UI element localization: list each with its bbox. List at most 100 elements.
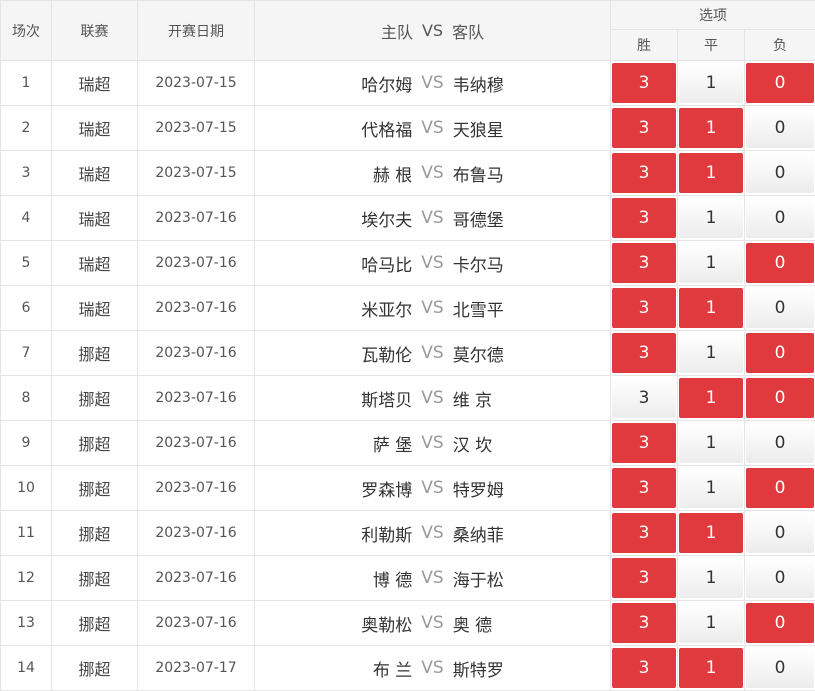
option-lose[interactable]: 0 (746, 63, 814, 103)
row-league: 瑞超 (52, 61, 138, 106)
row-match: 利勒斯 VS 桑纳菲 (255, 511, 611, 556)
option-lose[interactable]: 0 (746, 153, 814, 193)
table-row: 9 挪超 2023-07-16 萨 堡 VS 汉 坎 3 1 0 (1, 421, 815, 466)
option-lose[interactable]: 0 (746, 243, 814, 283)
option-win[interactable]: 3 (612, 648, 676, 688)
option-draw[interactable]: 1 (679, 468, 743, 508)
option-win[interactable]: 3 (612, 198, 676, 238)
table-row: 1 瑞超 2023-07-15 哈尔姆 VS 韦纳穆 3 1 0 (1, 61, 815, 106)
row-date: 2023-07-16 (138, 556, 255, 601)
row-index: 14 (1, 646, 52, 691)
row-index: 4 (1, 196, 52, 241)
row-date: 2023-07-16 (138, 466, 255, 511)
table-row: 13 挪超 2023-07-16 奥勒松 VS 奥 德 3 1 0 (1, 601, 815, 646)
row-match: 埃尔夫 VS 哥德堡 (255, 196, 611, 241)
header-home: 主队 (255, 19, 413, 43)
option-win[interactable]: 3 (612, 513, 676, 553)
away-team: 北雪平 (453, 296, 610, 321)
option-draw[interactable]: 1 (679, 288, 743, 328)
home-team: 萨 堡 (255, 431, 412, 456)
away-team: 汉 坎 (453, 431, 610, 456)
header-match: 主队 VS 客队 (255, 1, 611, 61)
home-team: 博 德 (255, 566, 412, 591)
option-win[interactable]: 3 (612, 243, 676, 283)
vs-label: VS (421, 433, 443, 453)
option-draw[interactable]: 1 (679, 333, 743, 373)
row-date: 2023-07-16 (138, 511, 255, 556)
away-team: 斯特罗 (453, 656, 610, 681)
option-lose[interactable]: 0 (746, 558, 814, 598)
home-team: 赫 根 (255, 161, 412, 186)
option-lose[interactable]: 0 (746, 108, 814, 148)
home-team: 布 兰 (255, 656, 412, 681)
option-lose[interactable]: 0 (746, 603, 814, 643)
row-date: 2023-07-16 (138, 286, 255, 331)
table-header: 场次 联赛 开赛日期 主队 VS 客队 选项 胜 平 负 (1, 1, 815, 61)
option-win[interactable]: 3 (612, 288, 676, 328)
option-draw[interactable]: 1 (679, 603, 743, 643)
row-league: 挪超 (52, 376, 138, 421)
vs-label: VS (421, 388, 443, 408)
header-win: 胜 (611, 30, 678, 61)
option-draw[interactable]: 1 (679, 648, 743, 688)
option-win[interactable]: 3 (612, 423, 676, 463)
option-draw[interactable]: 1 (679, 198, 743, 238)
option-win[interactable]: 3 (612, 468, 676, 508)
header-league: 联赛 (52, 1, 138, 61)
table-row: 3 瑞超 2023-07-15 赫 根 VS 布鲁马 3 1 0 (1, 151, 815, 196)
option-lose[interactable]: 0 (746, 648, 814, 688)
row-league: 挪超 (52, 646, 138, 691)
away-team: 布鲁马 (453, 161, 610, 186)
row-league: 挪超 (52, 331, 138, 376)
vs-label: VS (421, 208, 443, 228)
option-win[interactable]: 3 (612, 378, 676, 418)
row-date: 2023-07-16 (138, 376, 255, 421)
option-lose[interactable]: 0 (746, 468, 814, 508)
option-win[interactable]: 3 (612, 603, 676, 643)
option-lose[interactable]: 0 (746, 333, 814, 373)
option-lose[interactable]: 0 (746, 378, 814, 418)
vs-label: VS (421, 298, 443, 318)
row-league: 瑞超 (52, 241, 138, 286)
option-draw[interactable]: 1 (679, 558, 743, 598)
header-date: 开赛日期 (138, 1, 255, 61)
option-win[interactable]: 3 (612, 558, 676, 598)
away-team: 莫尔德 (453, 341, 610, 366)
row-date: 2023-07-17 (138, 646, 255, 691)
option-draw[interactable]: 1 (679, 378, 743, 418)
header-index: 场次 (1, 1, 52, 61)
option-lose[interactable]: 0 (746, 423, 814, 463)
vs-label: VS (421, 568, 443, 588)
option-win[interactable]: 3 (612, 108, 676, 148)
option-lose[interactable]: 0 (746, 288, 814, 328)
away-team: 奥 德 (453, 611, 610, 636)
option-lose[interactable]: 0 (746, 513, 814, 553)
option-draw[interactable]: 1 (679, 108, 743, 148)
option-win[interactable]: 3 (612, 333, 676, 373)
row-index: 13 (1, 601, 52, 646)
row-date: 2023-07-15 (138, 151, 255, 196)
row-index: 2 (1, 106, 52, 151)
row-match: 博 德 VS 海于松 (255, 556, 611, 601)
vs-label: VS (421, 658, 443, 678)
row-index: 6 (1, 286, 52, 331)
row-league: 瑞超 (52, 106, 138, 151)
option-win[interactable]: 3 (612, 63, 676, 103)
option-win[interactable]: 3 (612, 153, 676, 193)
match-table: 场次 联赛 开赛日期 主队 VS 客队 选项 胜 平 负 1 瑞超 2023-0… (0, 0, 815, 691)
row-index: 8 (1, 376, 52, 421)
option-draw[interactable]: 1 (679, 513, 743, 553)
table-row: 4 瑞超 2023-07-16 埃尔夫 VS 哥德堡 3 1 0 (1, 196, 815, 241)
row-match: 斯塔贝 VS 维 京 (255, 376, 611, 421)
option-draw[interactable]: 1 (679, 153, 743, 193)
option-draw[interactable]: 1 (679, 423, 743, 463)
row-league: 挪超 (52, 556, 138, 601)
row-league: 瑞超 (52, 151, 138, 196)
away-team: 哥德堡 (453, 206, 610, 231)
row-match: 瓦勒伦 VS 莫尔德 (255, 331, 611, 376)
option-draw[interactable]: 1 (679, 63, 743, 103)
vs-label: VS (421, 73, 443, 93)
option-lose[interactable]: 0 (746, 198, 814, 238)
option-draw[interactable]: 1 (679, 243, 743, 283)
row-date: 2023-07-16 (138, 241, 255, 286)
